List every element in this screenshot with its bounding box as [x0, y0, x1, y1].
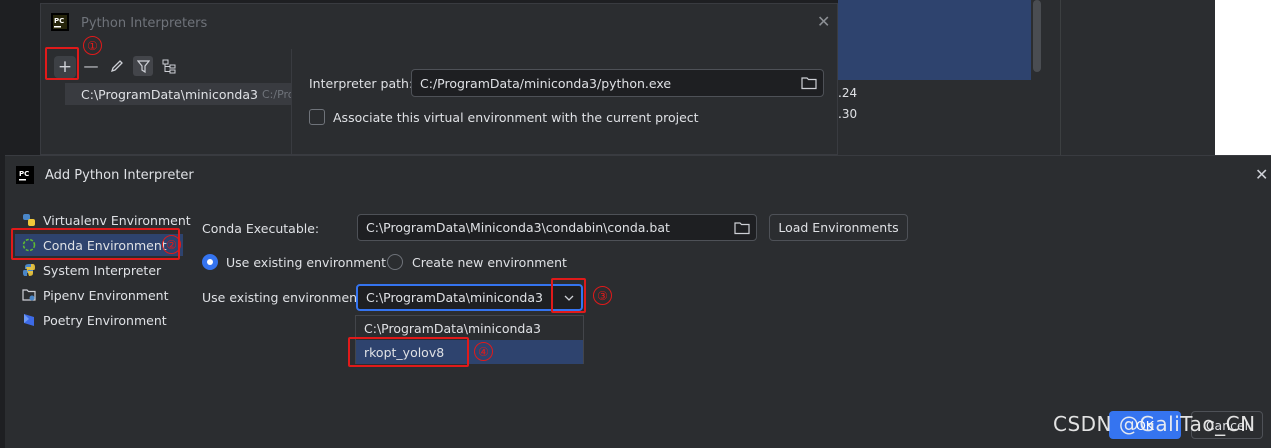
sidebar-item-poetry[interactable]: Poetry Environment	[15, 309, 167, 331]
annotation-box-1	[45, 47, 79, 80]
ide-background-white	[1215, 0, 1271, 155]
folder-icon[interactable]	[801, 76, 817, 90]
use-existing-radio[interactable]	[202, 254, 218, 270]
conda-executable-label: Conda Executable:	[202, 221, 320, 236]
interpreter-path-field[interactable]: C:/ProgramData/miniconda3/python.exe	[411, 69, 824, 97]
version-text: .30	[838, 107, 858, 121]
folder-icon[interactable]	[734, 221, 750, 235]
annotation-number-4: ④	[474, 342, 493, 361]
logo-text: PC	[54, 17, 64, 25]
add-python-interpreter-dialog: PC Add Python Interpreter ✕ Virtualenv E…	[5, 155, 1271, 448]
annotation-box-3	[551, 278, 586, 313]
existing-env-label: Use existing environment:	[202, 290, 367, 305]
sidebar-item-pipenv[interactable]: Pipenv Environment	[15, 284, 168, 306]
existing-env-value: C:\ProgramData\miniconda3	[366, 290, 543, 305]
annotation-number-2: ②	[162, 235, 181, 254]
annotation-box-2	[11, 228, 180, 260]
close-icon[interactable]: ✕	[1255, 165, 1268, 184]
sidebar-item-label: System Interpreter	[43, 262, 162, 278]
sidebar-item-label: Virtualenv Environment	[43, 212, 191, 228]
associate-label: Associate this virtual environment with …	[333, 110, 699, 125]
ide-background-right: .24 .30	[838, 0, 1215, 155]
interpreter-path-hint: C:/Pro	[261, 87, 291, 101]
dialog-title: Add Python Interpreter	[45, 168, 194, 183]
ide-selection-block	[838, 0, 1031, 80]
ide-scrollbar[interactable]	[1033, 0, 1041, 72]
watermark-text: CSDN @GaliTao_CN	[1053, 412, 1256, 436]
interpreter-name: C:\ProgramData\miniconda3	[81, 86, 258, 102]
use-existing-radio-label: Use existing environment	[226, 255, 386, 270]
close-icon[interactable]: ✕	[817, 12, 830, 31]
conda-executable-value: C:\ProgramData\Miniconda3\condabin\conda…	[366, 220, 670, 235]
interpreter-path-value: C:/ProgramData/miniconda3/python.exe	[420, 75, 672, 91]
sidebar-item-label: Poetry Environment	[43, 312, 167, 328]
annotation-number-1: ①	[83, 36, 102, 55]
tree-view-icon[interactable]	[159, 56, 179, 76]
annotation-number-3: ③	[593, 286, 612, 305]
poetry-icon	[21, 312, 37, 328]
dialog-title: Python Interpreters	[81, 16, 208, 31]
create-new-radio-label: Create new environment	[412, 255, 567, 270]
edit-icon[interactable]	[107, 56, 127, 76]
pycharm-logo-icon: PC	[16, 166, 34, 184]
ide-background-left	[0, 0, 40, 155]
annotation-box-4	[348, 337, 469, 367]
interpreter-path-label: Interpreter path:	[309, 76, 414, 91]
existing-env-combobox[interactable]: C:\ProgramData\miniconda3	[356, 284, 583, 311]
panel-divider	[291, 49, 292, 159]
virtualenv-icon	[21, 212, 37, 228]
python-interpreters-dialog: PC Python Interpreters ✕ + — C:\ProgramD…	[40, 3, 838, 159]
interpreter-list-item[interactable]: C:\ProgramData\miniconda3 C:/Pro	[65, 83, 291, 105]
pycharm-logo-icon: PC	[51, 13, 69, 31]
conda-executable-field[interactable]: C:\ProgramData\Miniconda3\condabin\conda…	[357, 214, 757, 241]
sidebar-item-system[interactable]: System Interpreter	[15, 259, 161, 281]
sidebar-item-label: Pipenv Environment	[43, 287, 169, 303]
associate-checkbox[interactable]	[309, 109, 325, 125]
python-icon	[21, 262, 37, 278]
filter-icon[interactable]	[133, 56, 153, 76]
version-text: .24	[838, 86, 858, 100]
load-environments-button[interactable]: Load Environments	[769, 214, 908, 241]
remove-interpreter-button[interactable]: —	[81, 56, 101, 76]
create-new-radio[interactable]	[387, 254, 403, 270]
ide-divider	[1060, 0, 1061, 155]
pipenv-icon	[21, 287, 37, 303]
logo-text: PC	[19, 170, 29, 178]
